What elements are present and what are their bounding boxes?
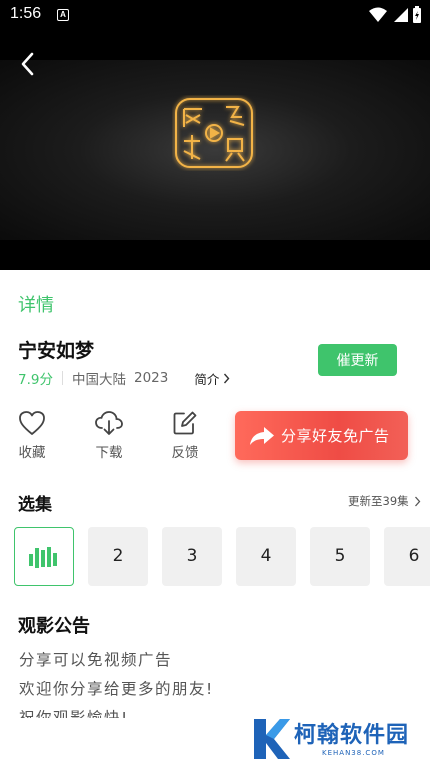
episodes-title: 选集 <box>18 495 52 515</box>
playing-bars-icon <box>29 547 57 568</box>
chevron-right-icon <box>414 496 421 506</box>
episode-item[interactable]: 5 <box>310 527 370 586</box>
download-button[interactable]: 下载 <box>89 410 129 461</box>
region-label: 中国大陆 <box>71 372 126 388</box>
urge-update-button[interactable]: 催更新 <box>318 344 397 376</box>
network-av-logo <box>175 98 253 168</box>
favorite-button[interactable]: 收藏 <box>12 410 52 461</box>
meta-divider <box>61 371 63 385</box>
edit-icon <box>173 411 197 435</box>
watermark-logo-icon <box>254 719 290 759</box>
episode-item[interactable]: 3 <box>162 527 222 586</box>
intro-link[interactable]: 简介 <box>194 369 230 388</box>
feedback-label: 反馈 <box>171 445 199 461</box>
feedback-button[interactable]: 反馈 <box>165 410 205 461</box>
video-player[interactable] <box>0 32 430 270</box>
notice-title: 观影公告 <box>18 616 90 637</box>
episodes-update-link[interactable]: 更新至39集 <box>348 493 421 509</box>
watermark-text: 柯翰软件园 <box>294 723 410 748</box>
details-tab[interactable]: 详情 <box>18 291 54 317</box>
notice-line: 祝你观影愉快! <box>19 709 129 718</box>
share-label: 分享好友免广告 <box>281 427 390 445</box>
status-bar: 1:56 A <box>0 0 430 32</box>
cloud-download-icon <box>95 411 123 435</box>
battery-icon <box>413 6 421 23</box>
chevron-right-icon <box>224 373 230 383</box>
notice-body: 分享可以免视频广告 欢迎你分享给更多的朋友! 祝你观影愉快! <box>19 646 279 718</box>
intro-label: 简介 <box>194 371 220 387</box>
site-watermark: 柯翰软件园 KEHAN38.COM <box>250 715 420 765</box>
back-arrow-icon[interactable] <box>14 50 42 78</box>
rating-score: 7.9分 <box>18 372 53 388</box>
status-time: 1:56 <box>10 5 42 22</box>
year-label: 2023 <box>133 370 169 386</box>
share-arrow-icon <box>250 426 274 445</box>
notice-line: 分享可以免视频广告 <box>19 651 173 669</box>
episode-item[interactable]: 6 <box>384 527 430 586</box>
download-label: 下载 <box>95 445 123 461</box>
signal-icon <box>394 8 408 22</box>
video-meta: 7.9分 中国大陆 2023 简介 <box>18 368 230 388</box>
wifi-icon <box>369 7 387 22</box>
episode-item[interactable]: 4 <box>236 527 296 586</box>
share-free-ads-button[interactable]: 分享好友免广告 <box>235 411 408 460</box>
watermark-subtext: KEHAN38.COM <box>322 749 385 757</box>
notification-icon: A <box>57 9 69 21</box>
episode-item[interactable]: 2 <box>88 527 148 586</box>
episode-item-1-playing[interactable] <box>14 527 74 586</box>
episode-list[interactable]: 2 3 4 5 6 <box>14 527 430 587</box>
heart-icon <box>19 411 45 435</box>
video-title: 宁安如梦 <box>18 340 95 362</box>
episodes-update-text: 更新至39集 <box>348 494 409 508</box>
favorite-label: 收藏 <box>18 445 46 461</box>
notice-line: 欢迎你分享给更多的朋友! <box>19 680 214 698</box>
